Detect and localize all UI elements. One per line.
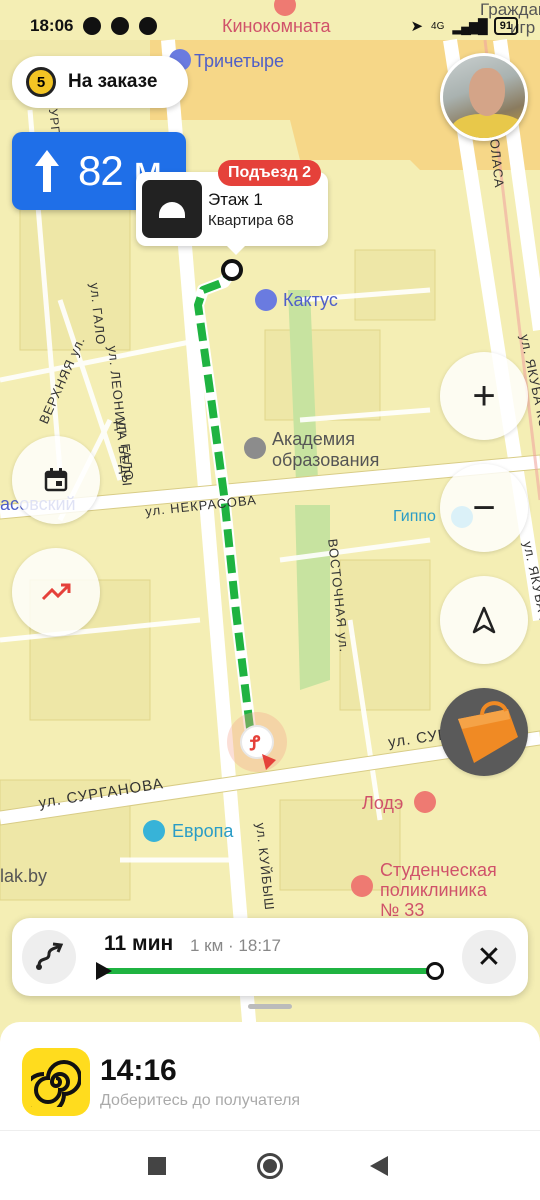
eta-time: 14:16 — [100, 1054, 177, 1087]
recents-button[interactable] — [148, 1157, 166, 1175]
calendar-button[interactable] — [12, 436, 100, 524]
poi-label-gippo[interactable]: Гиппо — [393, 508, 436, 526]
svg-text:Ꝭ: Ꝭ — [249, 733, 261, 755]
orders-count-badge: 5 — [26, 67, 56, 97]
sheet-drag-handle[interactable] — [248, 1004, 292, 1009]
poi-label-trichetyre[interactable]: Тричетыре — [194, 51, 284, 72]
location-icon: ➤ — [410, 18, 424, 35]
entrance-badge: Подъезд 2 — [218, 160, 322, 186]
route-panel[interactable]: 11 мин 1 км · 18:17 ✕ — [12, 918, 528, 996]
app-logo — [22, 1048, 90, 1116]
poi-label-academy[interactable]: Академия — [272, 429, 355, 450]
status-bar: 18:06 ➤ 4G ▂▄▆█ 91 — [0, 0, 540, 52]
message-icon — [139, 17, 158, 35]
route-duration: 11 мин — [104, 932, 174, 955]
poi-label-evropa[interactable]: Европа — [172, 821, 233, 842]
route-icon — [36, 942, 64, 970]
basket-icon — [458, 701, 518, 763]
network-label: 4G — [431, 20, 445, 32]
recenter-button[interactable] — [440, 576, 528, 664]
back-button[interactable] — [370, 1156, 388, 1176]
callout-pointer — [226, 245, 246, 255]
poi-label-kaktus[interactable]: Кактус — [283, 290, 338, 311]
evropa-icon — [143, 820, 165, 842]
close-icon: ✕ — [476, 940, 502, 974]
calendar-icon — [44, 468, 68, 492]
navigation-arrow-icon — [472, 606, 496, 634]
system-nav-bar — [0, 1130, 540, 1200]
kaktus-icon — [255, 289, 277, 311]
chat-icon — [111, 17, 130, 35]
avatar-shirt — [451, 114, 525, 138]
arrow-up-icon — [35, 150, 59, 192]
plus-icon: + — [472, 373, 496, 418]
home-button[interactable] — [257, 1153, 283, 1179]
poi-label-lode[interactable]: Лодэ — [362, 793, 403, 814]
destination-apartment: Квартира 68 — [208, 212, 294, 229]
route-distance-arrival: 1 км · 18:17 — [190, 936, 281, 955]
battery-icon: 91 — [493, 17, 518, 35]
eta-subtitle: Доберитесь до получателя — [100, 1092, 301, 1109]
trend-icon — [41, 583, 71, 601]
destination-marker — [221, 259, 243, 281]
traffic-button[interactable] — [12, 548, 100, 636]
signal-icon: ▂▄▆█ — [452, 17, 487, 34]
zoom-in-button[interactable]: + — [440, 352, 528, 440]
minus-icon: − — [472, 485, 496, 530]
poi-label-academy[interactable]: образования — [272, 450, 379, 471]
basket-button[interactable] — [440, 688, 528, 776]
spiral-logo-icon — [31, 1060, 81, 1107]
poi-label-polyclinic[interactable]: поликлиника — [380, 880, 487, 901]
polyclinic-icon — [351, 875, 373, 897]
poi-label-lak[interactable]: lak.by — [0, 866, 47, 887]
bottom-sheet[interactable]: 14:16 Доберитесь до получателя — [0, 1022, 540, 1130]
route-progress-bar — [104, 968, 436, 974]
close-route-button[interactable]: ✕ — [462, 930, 516, 984]
zoom-out-button[interactable]: − — [440, 464, 528, 552]
poi-label-polyclinic[interactable]: Студенческая — [380, 860, 497, 881]
avatar-face — [469, 68, 505, 116]
building-entrance-icon — [142, 180, 202, 238]
orders-pill-label: На заказе — [68, 71, 158, 92]
route-end-icon — [426, 962, 444, 980]
orders-pill-button[interactable]: 5 На заказе — [12, 56, 188, 108]
academy-icon — [244, 437, 266, 459]
lode-icon — [414, 791, 436, 813]
profile-avatar[interactable] — [440, 53, 528, 141]
park-area — [295, 505, 330, 690]
status-time: 18:06 — [30, 16, 74, 35]
route-options-button[interactable] — [22, 930, 76, 984]
destination-floor: Этаж 1 — [208, 190, 263, 209]
route-start-icon — [96, 962, 112, 980]
notification-icon — [83, 17, 102, 35]
